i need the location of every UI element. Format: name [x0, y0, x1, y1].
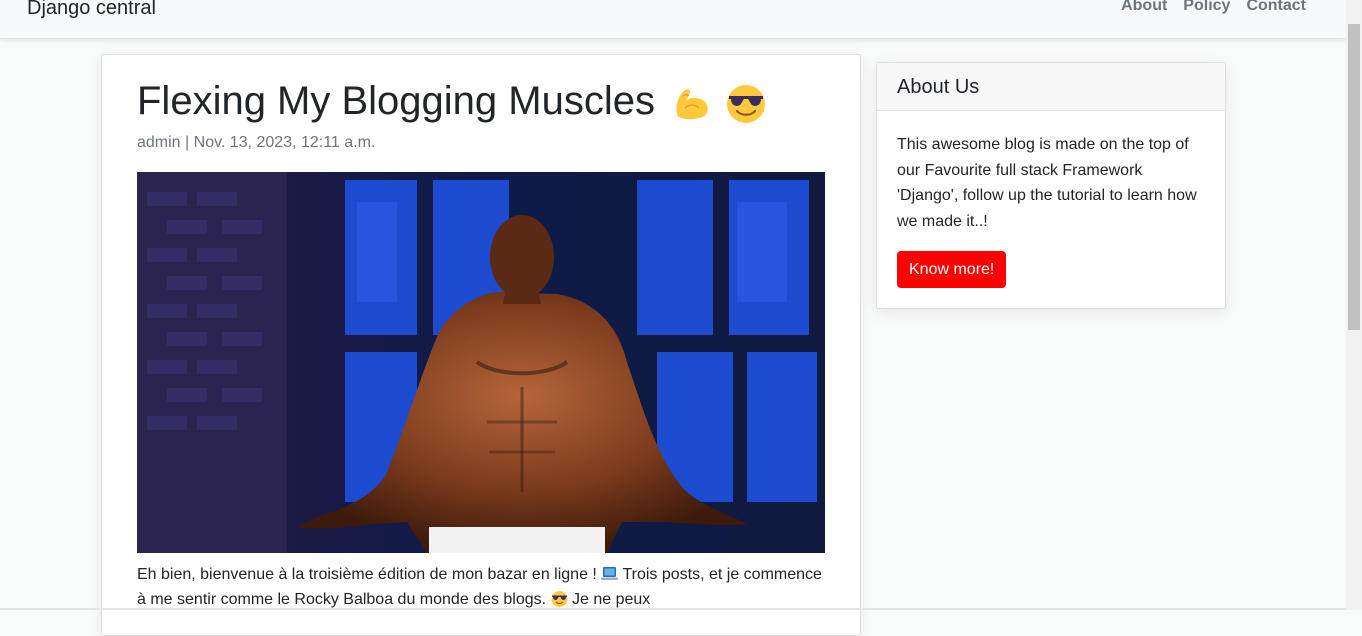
about-us-title: About Us: [877, 63, 1225, 111]
post-meta: admin | Nov. 13, 2023, 12:11 a.m.: [137, 134, 375, 152]
nav-link-contact[interactable]: Contact: [1246, 0, 1306, 15]
nav-link-policy[interactable]: Policy: [1183, 0, 1230, 15]
nav-link-about[interactable]: About: [1121, 0, 1167, 15]
post-author: admin: [137, 134, 181, 151]
laptop-icon: [601, 567, 619, 580]
post-card: Flexing My Blogging Muscles admin | Nov.…: [101, 54, 861, 636]
about-us-card: About Us This awesome blog is made on th…: [876, 62, 1226, 309]
post-body-part1: Eh bien, bienvenue à la troisième éditio…: [137, 566, 602, 583]
post-title-text: Flexing My Blogging Muscles: [137, 79, 655, 123]
post-body-part3: Je ne peux: [567, 591, 651, 608]
smiling-face-with-sunglasses-icon: [551, 591, 568, 607]
know-more-button[interactable]: Know more!: [897, 251, 1007, 288]
post-date: Nov. 13, 2023, 12:11 a.m.: [193, 134, 376, 151]
smiling-face-with-sunglasses-icon: [727, 85, 765, 124]
brand-link[interactable]: Django central: [27, 0, 156, 20]
post-title: Flexing My Blogging Muscles: [137, 77, 767, 125]
meta-separator: |: [185, 134, 190, 151]
navbar: Django central About Policy Contact: [0, 0, 1346, 39]
vertical-scrollbar[interactable]: [1346, 0, 1362, 610]
scrollbar-thumb[interactable]: [1348, 24, 1360, 330]
post-body: Eh bien, bienvenue à la troisième éditio…: [137, 562, 825, 612]
post-image: [137, 172, 825, 553]
about-us-text: This awesome blog is made on the top of …: [897, 136, 1197, 230]
flexed-biceps-icon: [676, 89, 708, 120]
nav-links: About Policy Contact: [1121, 0, 1306, 15]
